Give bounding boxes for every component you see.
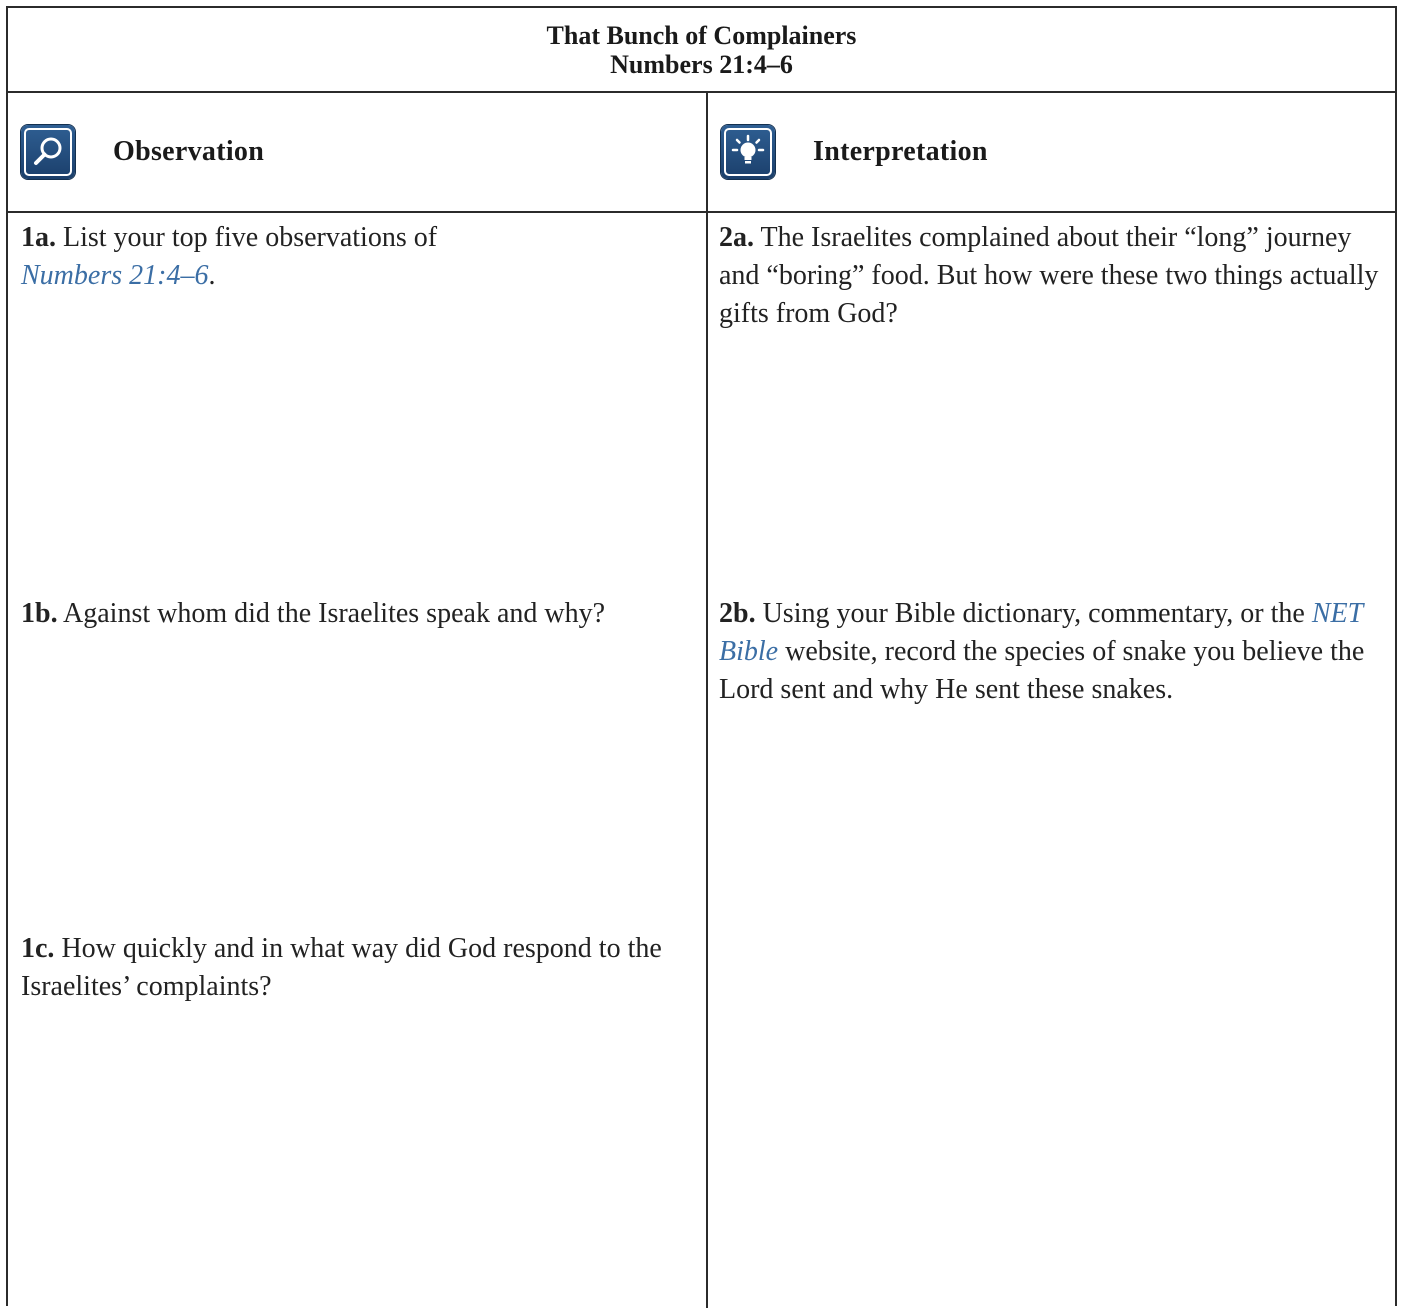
question-text: How quickly and in what way did God resp…	[21, 933, 662, 1002]
question-suffix: website, record the species of snake you…	[719, 636, 1365, 705]
title-line-1: That Bunch of Complainers	[546, 21, 857, 50]
interpretation-header: Interpretation	[708, 93, 1397, 211]
column-header-row: Observation Interpretation	[8, 93, 1395, 213]
magnifier-icon	[21, 125, 75, 179]
scripture-reference-link[interactable]: Numbers 21:4–6	[21, 260, 208, 291]
title-line-2: Numbers 21:4–6	[610, 50, 793, 79]
question-text: Against whom did the Israelites speak an…	[57, 598, 606, 629]
question-2b: 2b. Using your Bible dictionary, comment…	[719, 595, 1391, 709]
question-1a: 1a. List your top five observations of N…	[21, 219, 701, 295]
question-text: Using your Bible dictionary, commentary,…	[755, 598, 1312, 629]
question-2a: 2a. The Israelites complained about thei…	[719, 219, 1391, 333]
observation-label: Observation	[113, 136, 265, 167]
question-number: 1a.	[21, 222, 56, 253]
lightbulb-icon	[721, 125, 775, 179]
question-1c: 1c. How quickly and in what way did God …	[21, 930, 701, 1006]
column-divider	[706, 93, 708, 1308]
interpretation-label: Interpretation	[813, 136, 988, 167]
question-number: 1c.	[21, 933, 55, 964]
worksheet-table: That Bunch of Complainers Numbers 21:4–6…	[6, 6, 1397, 1308]
question-1b: 1b. Against whom did the Israelites spea…	[21, 595, 701, 633]
worksheet-title: That Bunch of Complainers Numbers 21:4–6	[8, 8, 1395, 93]
question-suffix: .	[208, 260, 216, 291]
question-text: List your top five observations of	[56, 222, 438, 253]
question-number: 2b.	[719, 598, 756, 629]
question-number: 1b.	[21, 598, 58, 629]
question-text: The Israelites complained about their “l…	[719, 222, 1379, 329]
observation-header: Observation	[8, 93, 706, 211]
question-number: 2a.	[719, 222, 754, 253]
